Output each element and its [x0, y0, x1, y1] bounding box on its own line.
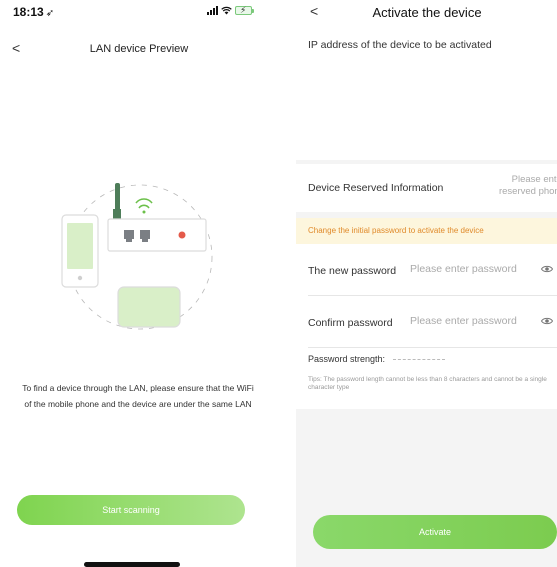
lan-illustration	[61, 183, 213, 330]
password-warning-banner: Change the initial password to activate …	[296, 218, 557, 244]
start-scanning-button[interactable]: Start scanning	[17, 495, 245, 525]
home-indicator	[84, 562, 180, 567]
cellular-signal-icon	[207, 6, 218, 15]
status-icons: ⚡	[207, 5, 254, 15]
confirm-password-row: Confirm password	[308, 296, 557, 348]
reserved-info-label: Device Reserved Information	[308, 182, 444, 194]
password-strength-row: Password strength:	[308, 350, 557, 372]
clock-text: 18:13	[13, 5, 44, 19]
eye-icon[interactable]	[541, 265, 553, 273]
eye-icon[interactable]	[541, 317, 553, 325]
reserved-placeholder-line2: reserved phone	[498, 186, 557, 197]
page-title: LAN device Preview	[89, 43, 189, 55]
new-password-row: The new password	[308, 244, 557, 296]
ip-address-label: IP address of the device to be activated	[308, 39, 492, 51]
ip-section: < Activate the device IP address of the …	[296, 0, 557, 160]
lan-instructions: To find a device through the LAN, please…	[22, 383, 254, 409]
location-arrow-icon: ➶	[45, 8, 55, 19]
new-password-label: The new password	[308, 265, 397, 277]
reserved-info-placeholder[interactable]: Please enter reserved phone	[499, 174, 557, 198]
warning-text: Change the initial password to activate …	[308, 226, 484, 235]
activate-button[interactable]: Activate	[313, 515, 557, 549]
smart-device-icon	[117, 286, 181, 328]
status-bar: 18:13 ➶ ⚡	[0, 0, 278, 24]
lan-preview-screen: 18:13 ➶ ⚡ < LAN device Preview To find a…	[0, 0, 278, 567]
confirm-password-input[interactable]	[410, 315, 535, 327]
password-tips: Tips: The password length cannot be less…	[308, 376, 547, 391]
reserved-info-row[interactable]: Device Reserved Information Please enter…	[296, 164, 557, 212]
new-password-input[interactable]	[410, 263, 535, 275]
password-strength-label: Password strength:	[308, 354, 386, 364]
left-nav-bar: < LAN device Preview	[0, 40, 278, 60]
phone-icon	[61, 214, 99, 288]
reserved-placeholder-line1: Please enter	[511, 174, 557, 185]
activate-device-screen: < Activate the device IP address of the …	[296, 0, 557, 567]
router-icon	[107, 183, 207, 252]
password-strength-meter	[393, 359, 445, 360]
wifi-signal-icon	[135, 198, 153, 214]
status-time: 18:13 ➶	[13, 5, 54, 19]
battery-charging-icon: ⚡	[235, 5, 254, 15]
password-form: The new password Confirm password Passwo…	[296, 244, 557, 409]
page-title: Activate the device	[372, 5, 482, 20]
wifi-icon	[221, 6, 232, 15]
confirm-password-label: Confirm password	[308, 317, 393, 329]
